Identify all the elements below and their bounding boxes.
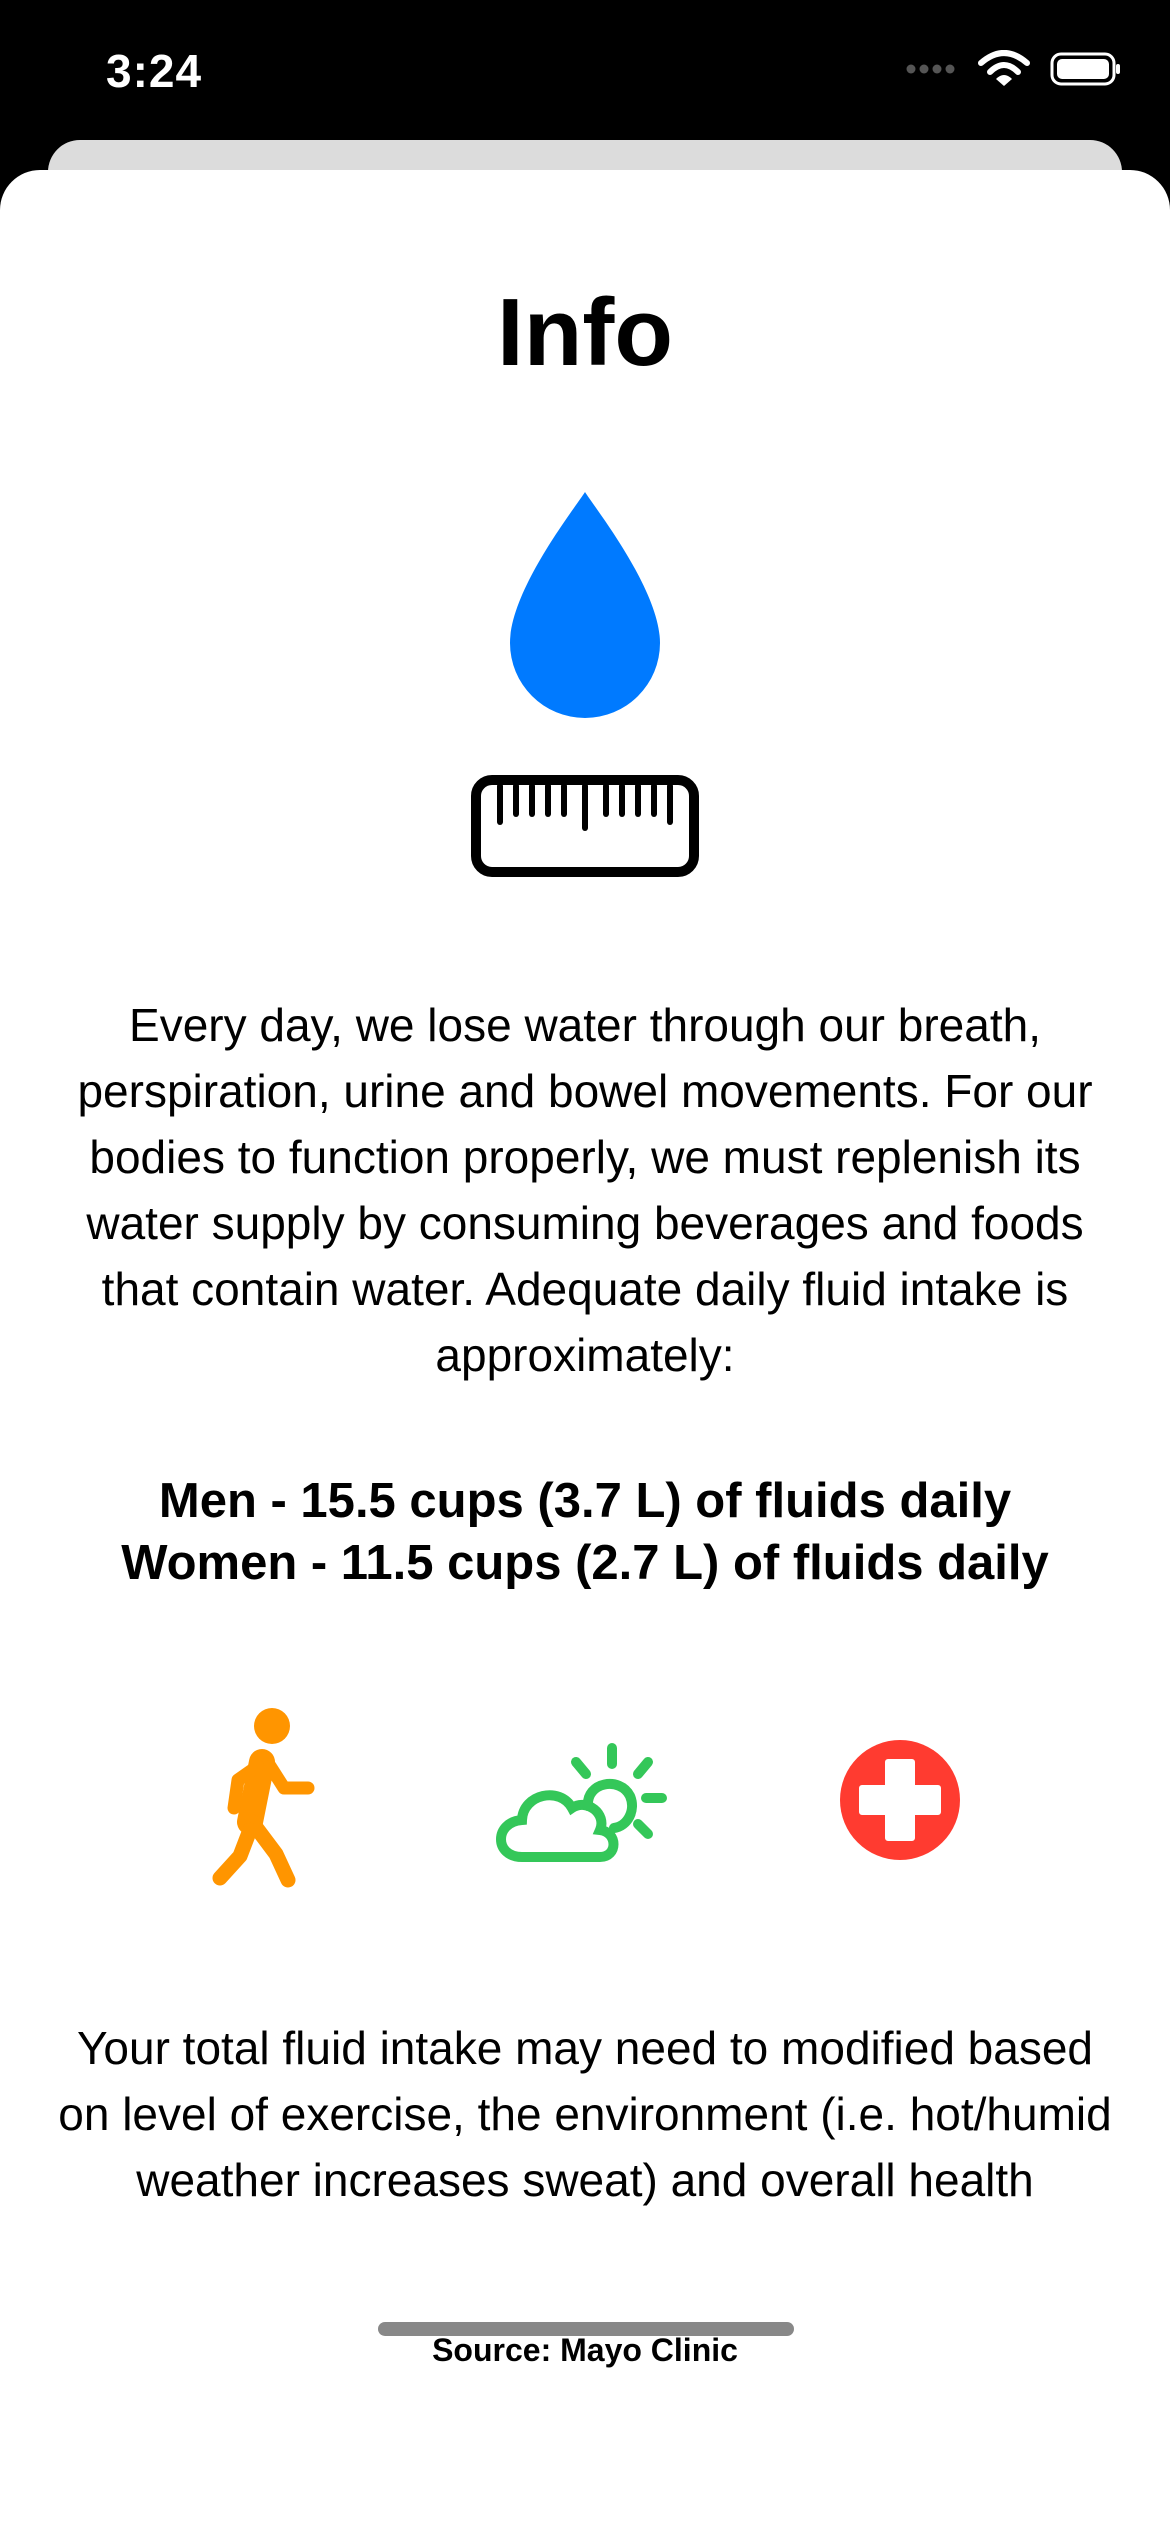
intake-men: Men - 15.5 cups (3.7 L) of fluids daily: [158, 1474, 1012, 1528]
battery-icon: [1050, 52, 1120, 86]
medical-cross-icon: [840, 1740, 960, 1860]
source-citation: Source: Mayo Clinic: [432, 2332, 738, 2368]
home-indicator[interactable]: [378, 2322, 794, 2336]
sun-behind-cloud-icon: [496, 1743, 667, 1862]
modifier-paragraph: Your total fluid intake may need to modi…: [58, 2022, 1112, 2206]
info-sheet: Info Every day, we lose water through ou…: [0, 170, 1170, 2532]
status-time: 3:24: [106, 45, 203, 97]
cellular-signal-icon: [906, 64, 955, 74]
page-title: Info: [497, 279, 673, 386]
daily-intake: Men - 15.5 cups (3.7 L) of fluids daily …: [0, 1470, 1170, 1594]
ruler-icon: [471, 775, 699, 877]
walking-figure-icon: [212, 1708, 315, 1888]
intro-paragraph: Every day, we lose water through our bre…: [77, 999, 1093, 1381]
water-drop-icon: [510, 492, 660, 718]
status-icons: [906, 50, 1122, 88]
status-bar: 3:24: [0, 0, 1170, 150]
wifi-icon: [978, 50, 1030, 86]
intake-women: Women - 11.5 cups (2.7 L) of fluids dail…: [121, 1536, 1049, 1590]
